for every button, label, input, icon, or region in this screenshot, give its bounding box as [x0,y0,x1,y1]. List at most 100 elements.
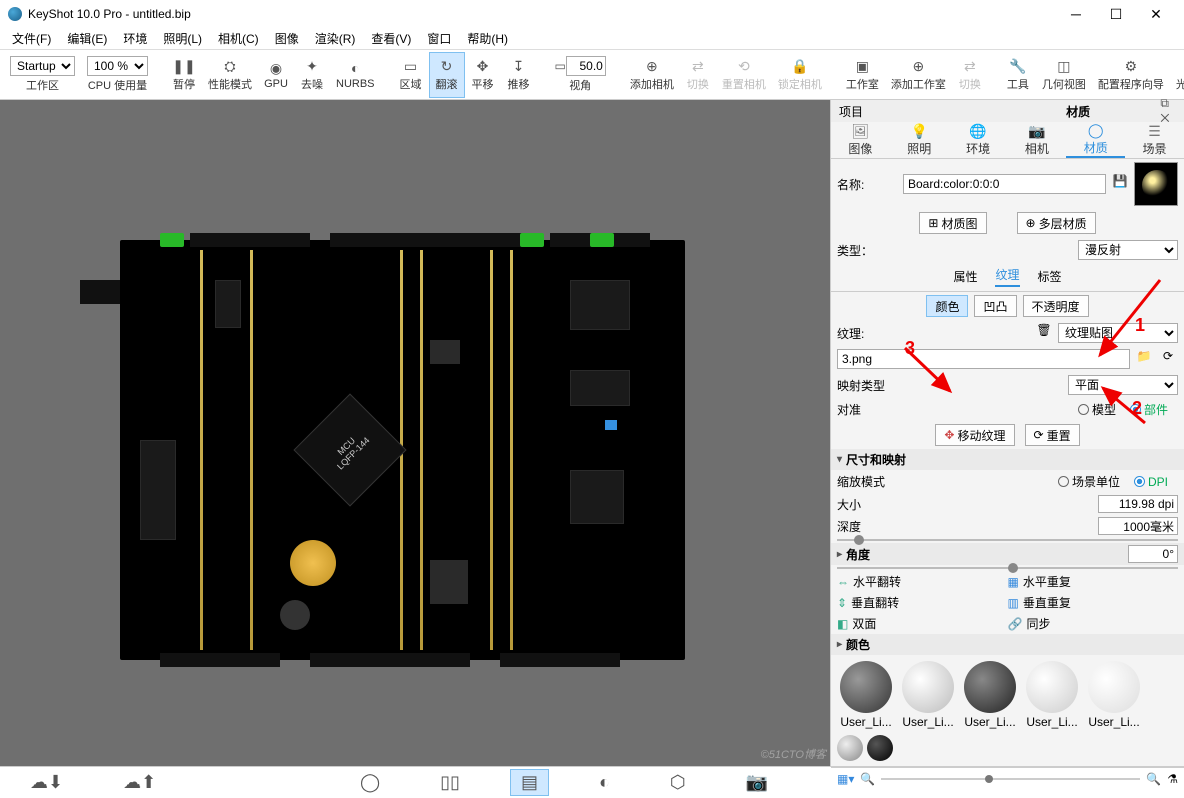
toolbar-CPU 使用量[interactable]: 100 %CPU 使用量 [81,52,154,98]
material-swatch-1[interactable]: User_Li... [899,661,957,729]
cloud-upload-icon[interactable]: ☁⬆ [113,770,166,795]
subtab-properties[interactable]: 属性 [953,268,977,285]
panel-tab-相机[interactable]: 📷相机 [1007,122,1066,158]
menu-item-4[interactable]: 相机(C) [210,28,267,49]
angle-input[interactable] [1128,545,1178,563]
menu-item-9[interactable]: 帮助(H) [459,28,516,49]
move-texture-button[interactable]: ✥移动纹理 [935,424,1014,446]
align-model-radio[interactable]: 模型 [1078,401,1116,418]
subtab-texture[interactable]: 纹理 [995,266,1019,287]
vflip-icon[interactable]: ⇕ [837,596,847,610]
delete-texture-icon[interactable]: 🗑 [1034,323,1054,343]
toolbar-推移[interactable]: ↧推移 [501,52,537,98]
zoom-select[interactable]: 100 % [87,56,148,76]
browse-file-icon[interactable]: 📁 [1134,349,1154,369]
menu-item-5[interactable]: 图像 [267,28,307,49]
menu-item-6[interactable]: 渲染(R) [307,28,364,49]
bottom-animation-icon[interactable]: ◐ [589,770,620,795]
toolbar-暂停[interactable]: ❚❚暂停 [166,52,202,98]
bump-button[interactable]: 凹凸 [974,295,1016,317]
menu-item-1[interactable]: 编辑(E) [59,28,115,49]
scale-scene-radio[interactable]: 场景单位 [1058,473,1120,490]
opacity-button[interactable]: 不透明度 [1023,295,1089,317]
hflip-icon[interactable]: ⇔ [837,575,849,589]
sync-icon[interactable]: 🔗 [1008,617,1023,631]
toolbar-工具[interactable]: 🔧工具 [1000,52,1036,98]
workspace-select[interactable]: Startup [10,56,75,76]
toolbar-添加工作室[interactable]: ⊕添加工作室 [885,52,952,98]
toolbar-性能模式[interactable]: ⛭性能模式 [202,52,258,98]
toolbar-几何视图[interactable]: ◫几何视图 [1036,52,1092,98]
fov-input[interactable] [566,56,606,76]
zoom-out-icon[interactable]: 🔍 [860,772,875,786]
bottom-project-icon[interactable]: ▤ [510,769,549,796]
bottom-library-icon[interactable]: ▯▯ [430,770,470,795]
toolbar-平移[interactable]: ✥平移 [465,52,501,98]
bottom-material-icon[interactable]: ◯ [350,770,390,795]
multilayer-button[interactable]: ⊕多层材质 [1017,212,1096,234]
toolbar-翻滚[interactable]: ↻翻滚 [429,52,465,98]
panel-tab-环境[interactable]: 🌐环境 [949,122,1008,158]
depth-slider[interactable] [837,539,1178,541]
depth-input[interactable] [1098,517,1178,535]
toolbar-NURBS[interactable]: ◐NURBS [330,52,381,98]
panel-tab-场景[interactable]: ☰场景 [1125,122,1184,158]
hrepeat-icon[interactable]: ▦ [1008,575,1019,589]
material-swatch-3[interactable]: User_Li... [1023,661,1081,729]
bottom-render-icon[interactable]: ⬡ [660,770,696,795]
menu-item-7[interactable]: 查看(V) [363,28,419,49]
material-type-select[interactable]: 漫反射 [1078,240,1178,260]
menu-item-0[interactable]: 文件(F) [4,28,59,49]
size-input[interactable] [1098,495,1178,513]
cloud-download-icon[interactable]: ☁⬇ [20,770,73,795]
material-swatch-2[interactable]: User_Li... [961,661,1019,729]
vrepeat-icon[interactable]: ▥ [1008,596,1019,610]
section-angle[interactable]: 角度 [831,543,1184,565]
toolbar-添加相机[interactable]: ⊕添加相机 [624,52,680,98]
panel-popout-icon[interactable]: ⧉ [1160,96,1169,110]
material-name-input[interactable] [903,174,1106,194]
filter-icon[interactable]: ⚗ [1167,772,1178,786]
scale-dpi-radio[interactable]: DPI [1134,475,1168,489]
material-graph-button[interactable]: ⊞材质图 [919,212,986,234]
toolbar-光管理器[interactable]: ☀光管理器 [1170,52,1184,98]
texture-file-input[interactable] [837,349,1130,369]
toolbar-工作区[interactable]: Startup工作区 [4,52,81,98]
refresh-icon[interactable]: ⟳ [1158,349,1178,369]
color-button[interactable]: 颜色 [926,295,968,317]
material-preview[interactable] [1134,162,1178,206]
menu-item-3[interactable]: 照明(L) [155,28,210,49]
toolbar-区域[interactable]: ▭区域 [393,52,429,98]
section-size-mapping[interactable]: 尺寸和映射 [831,449,1184,470]
mapping-type-select[interactable]: 平面 [1068,375,1178,395]
menu-item-2[interactable]: 环境 [115,28,155,49]
grid-view-icon[interactable]: ▦▾ [837,772,854,786]
material-swatch-0[interactable]: User_Li... [837,661,895,729]
minimize-button[interactable]: ─ [1056,6,1096,22]
toolbar-视角[interactable]: ▭视角 [549,52,612,98]
toolbar-工作室[interactable]: ▣工作室 [840,52,885,98]
panel-tab-材质[interactable]: ◯材质 [1066,122,1125,158]
toolbar-去噪[interactable]: ✦去噪 [294,52,330,98]
save-material-icon[interactable]: 💾 [1110,174,1130,194]
texture-type-select[interactable]: 纹理贴图 [1058,323,1178,343]
section-color[interactable]: 颜色 [831,634,1184,655]
toolbar-GPU[interactable]: ◉GPU [258,52,294,98]
panel-tab-照明[interactable]: 💡照明 [890,122,949,158]
maximize-button[interactable]: ☐ [1096,6,1136,23]
render-viewport[interactable]: MCULQFP-144 ©51CTO博客 [0,100,830,766]
double-sided-icon[interactable]: ◧ [837,617,848,631]
subtab-labels[interactable]: 标签 [1038,268,1062,285]
swatch-extra-1[interactable] [837,735,863,761]
material-swatch-4[interactable]: User_Li... [1085,661,1143,729]
angle-slider[interactable] [837,567,1178,569]
zoom-in-icon[interactable]: 🔍 [1146,772,1161,786]
bottom-camera-icon[interactable]: 📷 [736,770,778,795]
menu-item-8[interactable]: 窗口 [419,28,459,49]
panel-tab-图像[interactable]: 🖼图像 [831,122,890,158]
reset-button[interactable]: ⟳重置 [1025,424,1080,446]
close-button[interactable]: ✕ [1136,6,1176,23]
swatch-extra-2[interactable] [867,735,893,761]
zoom-slider[interactable] [881,778,1140,780]
toolbar-配置程序向导[interactable]: ⚙配置程序向导 [1092,52,1170,98]
